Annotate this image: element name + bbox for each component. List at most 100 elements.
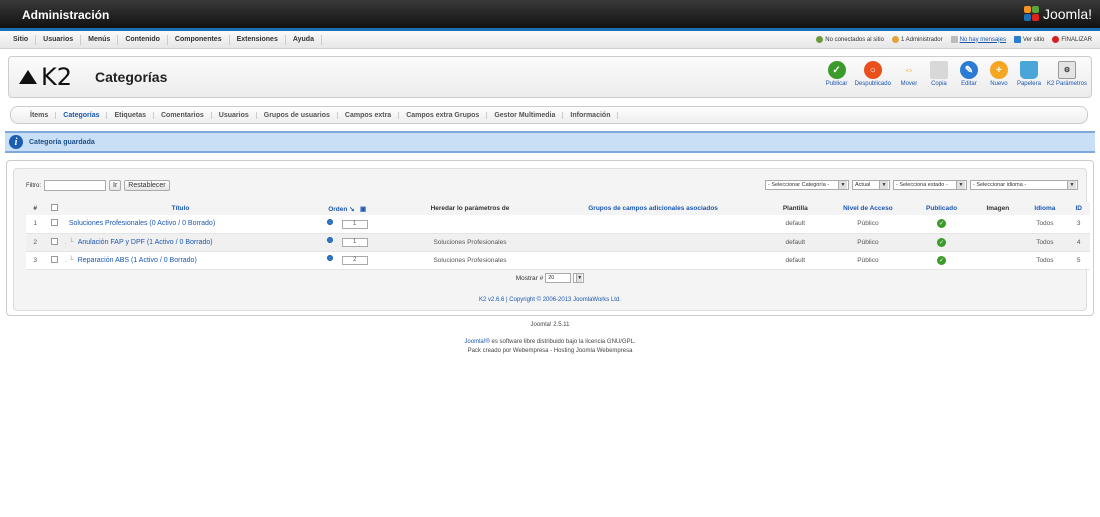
list-container: Filtro: Ir Restablecer - Seleccionar Cat… (13, 168, 1090, 311)
trash-button[interactable]: Papelera (1017, 61, 1041, 87)
copy-button[interactable]: Copia (927, 61, 951, 87)
joomlaworks-link[interactable]: JoomlaWorks Ltd. (573, 297, 621, 303)
tab-items[interactable]: Ítems (23, 111, 57, 119)
col-order[interactable]: Orden ↘ ▣ (296, 202, 399, 215)
unpublish-icon: ○ (863, 61, 882, 79)
k2-subnav: Ítems Categorías Etiquetas Comentarios U… (10, 106, 1088, 124)
limit-dropdown[interactable]: ▼ (573, 273, 585, 283)
col-language[interactable]: Idioma (1022, 202, 1068, 215)
col-image: Imagen (973, 202, 1023, 215)
menu-menus[interactable]: Menús (81, 34, 119, 45)
access-link[interactable]: Público (825, 251, 910, 270)
order-input[interactable]: 1 (341, 238, 368, 247)
add-icon: + (989, 61, 1008, 79)
select-all-checkbox[interactable] (51, 204, 59, 211)
order-arrow-icon[interactable] (326, 218, 333, 225)
chevron-down-icon: ▼ (1067, 181, 1076, 189)
order-arrow-icon[interactable] (326, 237, 333, 243)
menu-contenido[interactable]: Contenido (118, 34, 168, 45)
save-order-icon[interactable]: ▣ (360, 206, 366, 213)
menu-usuarios[interactable]: Usuarios (36, 34, 82, 45)
published-check-icon[interactable]: ✓ (937, 219, 947, 229)
language-select[interactable]: - Seleccionar idioma - ▼ (970, 180, 1078, 190)
admin-icon (891, 36, 899, 43)
limit-select[interactable]: 20 (545, 273, 572, 283)
move-arrows-icon: ⇔ (903, 64, 914, 76)
published-check-icon[interactable]: ✓ (937, 255, 947, 265)
category-title-link[interactable]: . └ Anulación FAP y DPF (1 Activo / 0 Bor… (64, 233, 297, 252)
state-current-select[interactable]: Actual ▼ (852, 180, 890, 190)
joomla-mark-icon (1023, 6, 1040, 22)
category-title-link[interactable]: Soluciones Profesionales (0 Activo / 0 B… (64, 215, 297, 234)
edit-button[interactable]: ✎ Editar (957, 61, 981, 87)
mail-icon (950, 36, 958, 43)
published-check-icon[interactable]: ✓ (937, 237, 947, 247)
chevron-down-icon: ▼ (879, 181, 888, 189)
order-arrow-icon[interactable] (326, 255, 333, 261)
tab-grupos-usuarios[interactable]: Grupos de usuarios (257, 111, 338, 119)
new-button[interactable]: + Nuevo (987, 61, 1011, 87)
check-icon: ✓ (827, 61, 846, 79)
table-row: 3 . └ Reparación ABS (1 Activo / 0 Borrad… (26, 251, 1090, 270)
messages-status[interactable]: No hay mensajes (950, 36, 1006, 43)
tab-campos-extra-grupos[interactable]: Campos extra Grupos (399, 111, 488, 119)
category-select[interactable]: - Seleccionar Categoría - ▼ (765, 180, 849, 190)
unpublish-button[interactable]: ○ Despublicado (855, 61, 891, 87)
trash-icon (1019, 61, 1038, 79)
edit-pencil-icon: ✎ (959, 61, 978, 79)
users-icon (816, 36, 824, 43)
k2-logo: K2 (19, 65, 72, 89)
category-title-link[interactable]: . └ Reparación ABS (1 Activo / 0 Borrado) (64, 251, 297, 270)
k2-credit: K2 v2.6.6 | Copyright © 2006-2013 Joomla… (479, 297, 621, 303)
reset-button[interactable]: Restablecer (124, 180, 170, 191)
status-select[interactable]: - Selecciona estado - ▼ (893, 180, 967, 190)
publish-button[interactable]: ✓ Publicar (825, 61, 849, 87)
tab-categorias[interactable]: Categorías (56, 111, 108, 119)
status-bar: No conectados al sitio 1 Administrador N… (816, 36, 1100, 43)
app-title: Administración (22, 8, 110, 22)
col-published[interactable]: Publicado (909, 202, 974, 215)
menu-componentes[interactable]: Componentes (168, 34, 230, 45)
order-input[interactable]: 2 (341, 256, 368, 265)
filter-bar: Filtro: Ir Restablecer (26, 180, 170, 191)
joomla-brand-text: Joomla! (1042, 6, 1092, 22)
row-checkbox[interactable] (51, 255, 59, 263)
table-row: 2 . └ Anulación FAP y DPF (1 Activo / 0 B… (26, 233, 1090, 252)
go-button[interactable]: Ir (109, 180, 122, 191)
page-title: Categorías (95, 69, 168, 85)
move-button[interactable]: ⇔ Mover (897, 61, 921, 88)
table-row: 1 Soluciones Profesionales (0 Activo / 0… (26, 215, 1090, 234)
filter-input[interactable] (44, 180, 106, 191)
tab-usuarios[interactable]: Usuarios (212, 111, 257, 119)
message-text: Categoría guardada (29, 138, 95, 146)
col-id[interactable]: ID (1067, 202, 1090, 215)
content-panel: Filtro: Ir Restablecer - Seleccionar Cat… (6, 160, 1094, 316)
menu-ayuda[interactable]: Ayuda (286, 34, 322, 45)
col-groups[interactable]: Grupos de campos adicionales asociados (541, 202, 765, 215)
filter-selects: - Seleccionar Categoría - ▼ Actual ▼ - Sel… (765, 180, 1078, 190)
chevron-down-icon: ▼ (838, 181, 847, 189)
joomla-license-link[interactable]: Joomla!® (464, 339, 489, 345)
pack-credit-link[interactable]: Pack creado por Webempresa - Hosting Joo… (0, 348, 1100, 354)
menu-sitio[interactable]: Sitio (6, 34, 37, 45)
row-checkbox[interactable] (51, 219, 59, 227)
col-title[interactable]: Título (64, 202, 297, 215)
admin-header: Administración Joomla! (0, 0, 1100, 31)
view-site-link[interactable]: Ver sitio (1013, 36, 1044, 43)
order-cell: 1 (296, 233, 399, 252)
tab-informacion[interactable]: Información (563, 111, 619, 119)
col-access[interactable]: Nivel de Acceso (825, 202, 910, 215)
tab-etiquetas[interactable]: Etiquetas (107, 111, 154, 119)
tab-gestor-multimedia[interactable]: Gestor Multimedia (487, 111, 564, 119)
logout-link[interactable]: FINALIZAR (1052, 36, 1092, 43)
col-select-all[interactable] (44, 202, 65, 215)
row-checkbox[interactable] (51, 237, 59, 245)
tab-comentarios[interactable]: Comentarios (154, 111, 212, 119)
access-link[interactable]: Público (825, 233, 910, 252)
k2-parameters-button[interactable]: ⚙ K2 Parámetros (1047, 61, 1087, 87)
access-link[interactable]: Público (825, 215, 910, 234)
tab-campos-extra[interactable]: Campos extra (338, 111, 400, 119)
order-input[interactable]: 1 (341, 219, 368, 229)
sort-icon: ↘ (349, 205, 355, 213)
menu-extensiones[interactable]: Extensiones (230, 34, 286, 45)
